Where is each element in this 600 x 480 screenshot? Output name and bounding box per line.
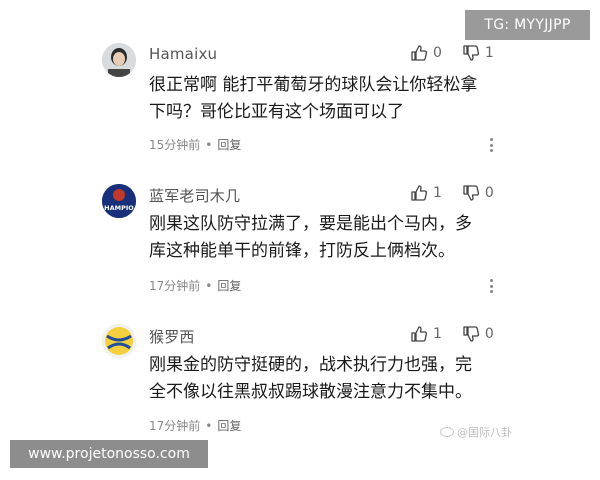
dislike-count: 0 xyxy=(484,326,494,342)
comment-time: 17分钟前 xyxy=(149,419,201,433)
comment-line: 全不像以往黑叔叔踢球散漫注意力不集中。 xyxy=(149,382,472,402)
comment-username[interactable]: Hamaixu xyxy=(149,45,217,63)
thumbs-up-icon xyxy=(411,326,428,342)
comment-line: 库这种能单干的前锋，打防反上俩档次。 xyxy=(149,241,455,261)
comment-line: 刚果这队防守拉满了，要是能出个马内，多 xyxy=(149,214,472,234)
comment-username[interactable]: 猴罗西 xyxy=(149,326,195,347)
like-count: 1 xyxy=(433,185,442,201)
comment-time: 17分钟前 xyxy=(149,279,201,293)
comment-meta: 17分钟前 • 回复 xyxy=(149,417,241,434)
separator-dot: • xyxy=(205,278,213,293)
thumbs-up-icon xyxy=(411,45,428,61)
like-count: 0 xyxy=(433,45,442,61)
comment-actions: 1 0 xyxy=(410,184,514,202)
reply-button[interactable]: 回复 xyxy=(217,136,241,153)
more-options-icon[interactable] xyxy=(487,138,495,152)
comment-actions: 1 0 xyxy=(410,325,514,343)
reply-button[interactable]: 回复 xyxy=(217,277,241,294)
dislike-button[interactable]: 1 xyxy=(462,44,494,62)
comment-time: 15分钟前 xyxy=(149,138,201,152)
comment-actions: 0 1 xyxy=(410,44,514,62)
separator-dot: • xyxy=(205,418,213,433)
like-button[interactable]: 1 xyxy=(410,325,442,343)
site-watermark: www.projetonosso.com xyxy=(10,440,208,468)
avatar-badge-icon: HAMPIO xyxy=(102,184,136,218)
avatar[interactable]: HAMPIO xyxy=(102,184,136,218)
thumbs-down-icon xyxy=(463,326,480,342)
separator-dot: • xyxy=(205,137,213,152)
avatar-photo-icon xyxy=(102,43,136,77)
like-count: 1 xyxy=(433,326,442,342)
comment-meta: 17分钟前 • 回复 xyxy=(149,277,241,294)
avatar[interactable] xyxy=(102,324,136,358)
more-options-icon[interactable] xyxy=(487,279,495,293)
comment-line: 很正常啊 能打平葡萄牙的球队会让你轻松拿 xyxy=(149,75,478,95)
comment-text: 很正常啊 能打平葡萄牙的球队会让你轻松拿 下吗？哥伦比亚有这个场面可以了 xyxy=(149,72,509,126)
comment-meta: 15分钟前 • 回复 xyxy=(149,136,241,153)
dislike-button[interactable]: 0 xyxy=(462,325,494,343)
weibo-watermark-text: @国际八卦 xyxy=(457,426,512,439)
thumbs-down-icon xyxy=(463,45,480,61)
like-button[interactable]: 0 xyxy=(410,44,442,62)
comment-text: 刚果这队防守拉满了，要是能出个马内，多 库这种能单干的前锋，打防反上俩档次。 xyxy=(149,211,509,265)
comment-line: 刚果金的防守挺硬的，战术执行力也强，完 xyxy=(149,355,472,375)
dislike-count: 1 xyxy=(484,45,494,61)
avatar[interactable] xyxy=(102,43,136,77)
weibo-watermark: @国际八卦 xyxy=(440,424,512,440)
thumbs-down-icon xyxy=(463,185,480,201)
avatar-label: HAMPIO xyxy=(104,204,134,212)
avatar-ball-icon xyxy=(102,324,136,358)
weibo-icon xyxy=(440,427,454,437)
dislike-button[interactable]: 0 xyxy=(462,184,494,202)
thumbs-up-icon xyxy=(411,185,428,201)
comment-line: 下吗？哥伦比亚有这个场面可以了 xyxy=(149,102,404,122)
comment-text: 刚果金的防守挺硬的，战术执行力也强，完 全不像以往黑叔叔踢球散漫注意力不集中。 xyxy=(149,352,509,406)
dislike-count: 0 xyxy=(484,185,494,201)
reply-button[interactable]: 回复 xyxy=(217,417,241,434)
comment-username[interactable]: 蓝军老司木几 xyxy=(149,185,240,206)
like-button[interactable]: 1 xyxy=(410,184,442,202)
telegram-watermark: TG: MYYJJPP xyxy=(465,10,590,40)
